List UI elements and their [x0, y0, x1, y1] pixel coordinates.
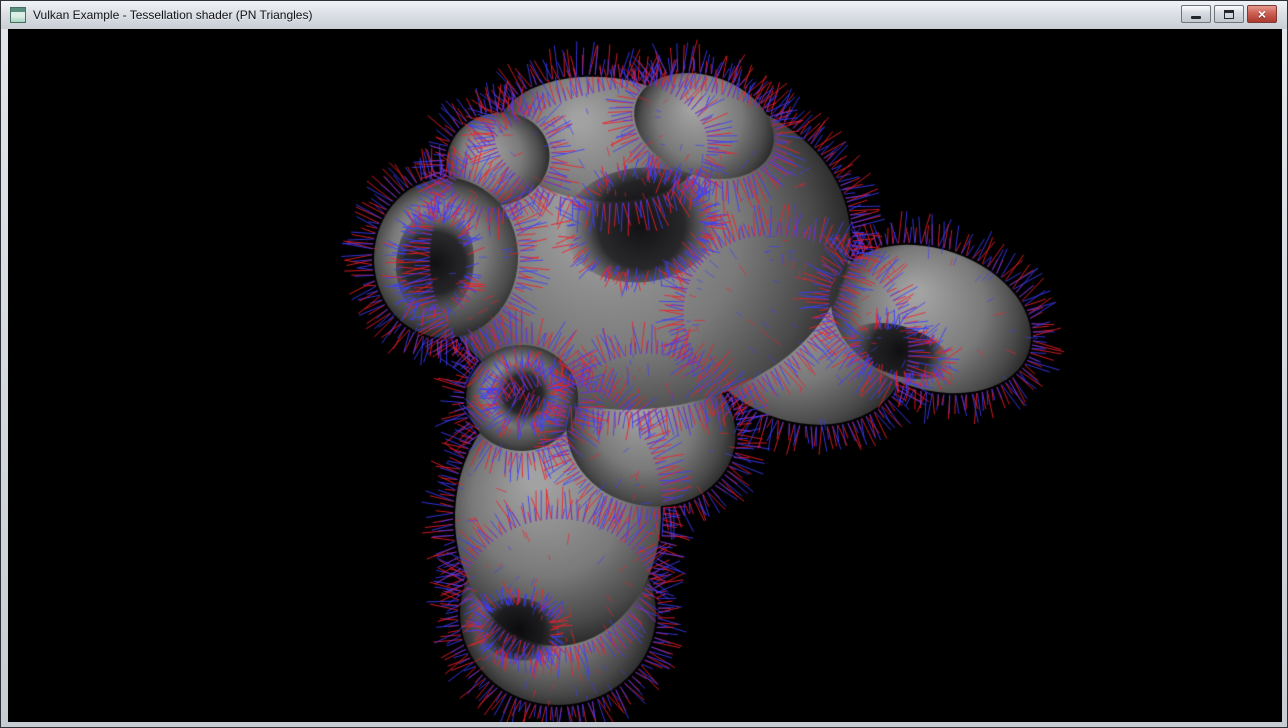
minimize-icon: [1191, 16, 1201, 19]
window-controls: ×: [1181, 5, 1277, 23]
app-icon: [10, 7, 26, 23]
maximize-button[interactable]: [1214, 5, 1244, 23]
app-window: Vulkan Example - Tessellation shader (PN…: [0, 0, 1288, 728]
maximize-icon: [1224, 10, 1234, 19]
render-viewport: [8, 29, 1282, 722]
render-canvas[interactable]: [8, 29, 1282, 722]
window-title: Vulkan Example - Tessellation shader (PN…: [33, 8, 312, 22]
minimize-button[interactable]: [1181, 5, 1211, 23]
titlebar[interactable]: Vulkan Example - Tessellation shader (PN…: [1, 1, 1287, 29]
close-icon: ×: [1258, 7, 1266, 21]
close-button[interactable]: ×: [1247, 5, 1277, 23]
